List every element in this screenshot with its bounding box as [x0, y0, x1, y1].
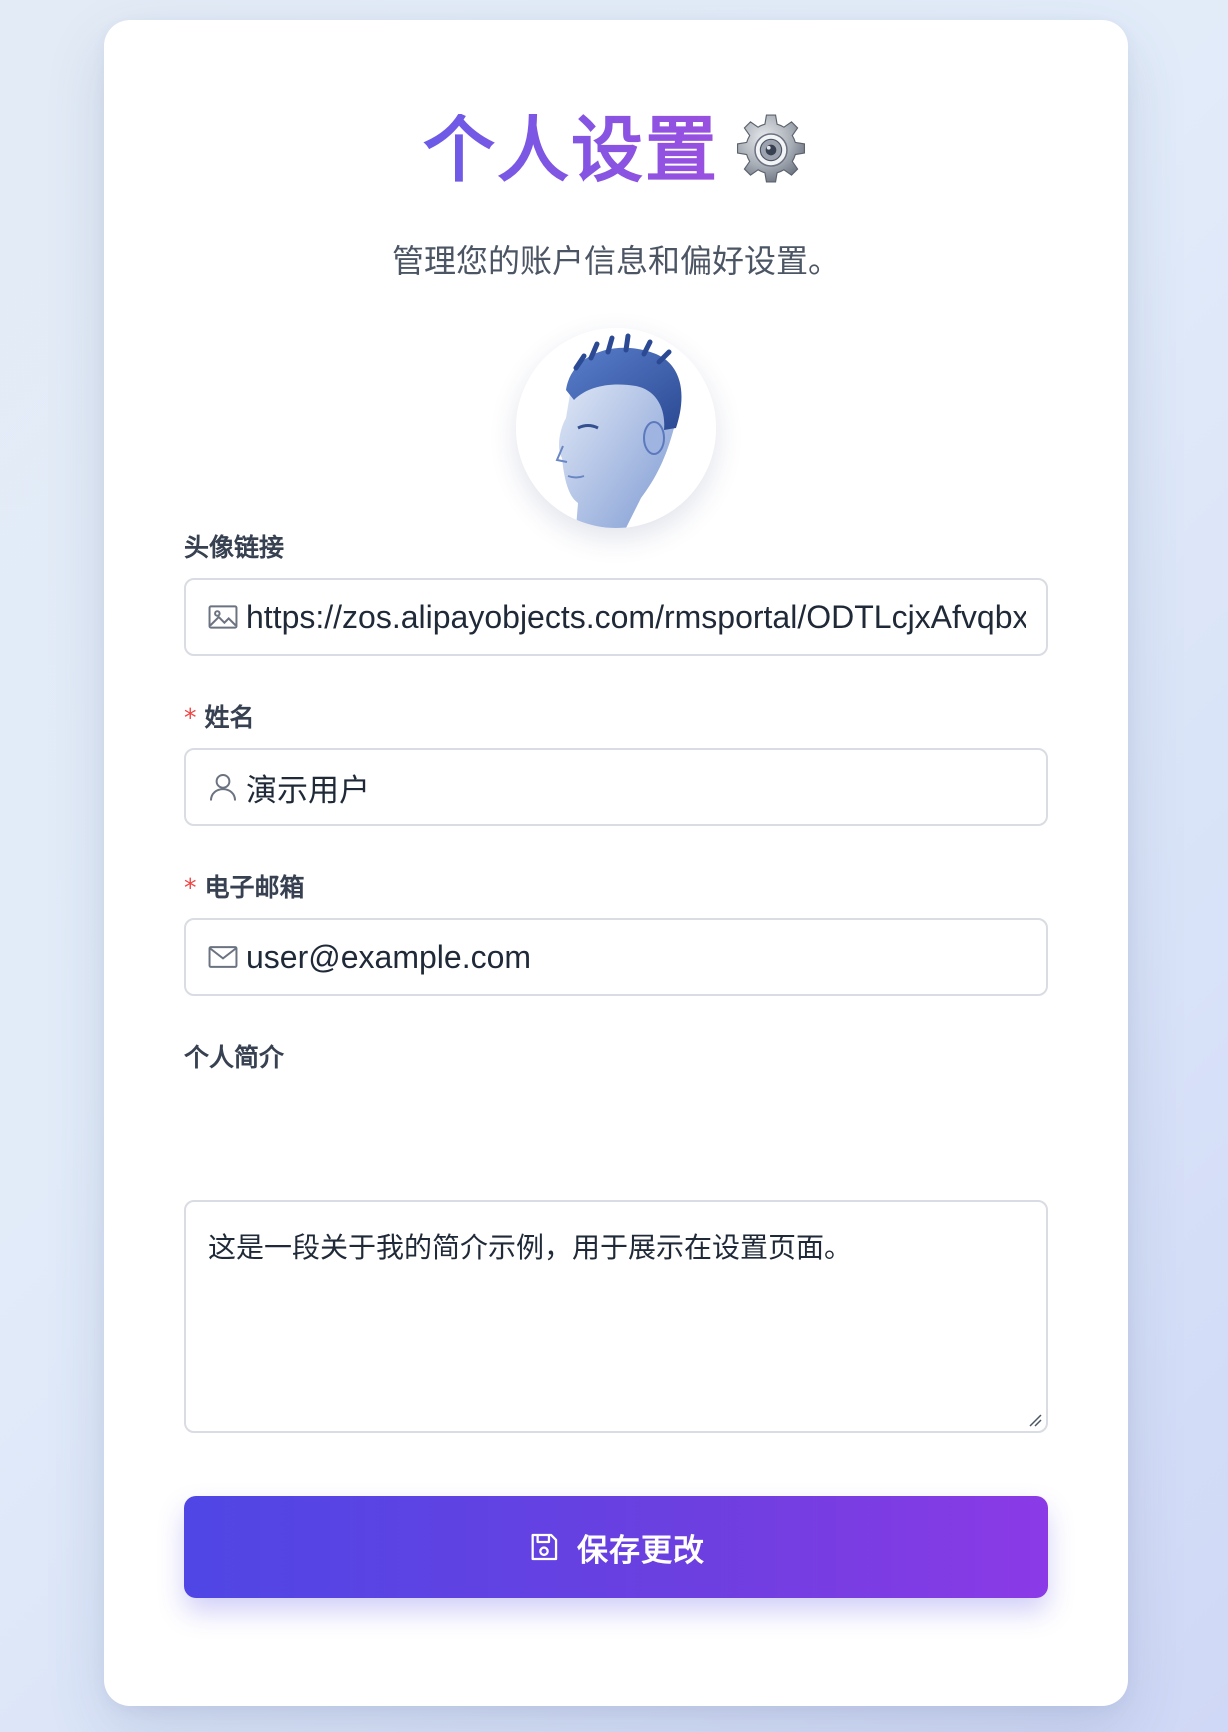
name-value: 演示用户 — [246, 772, 370, 809]
title-row: 个人设置 — [104, 112, 1128, 188]
settings-card: 个人设置 管理您的账户信息和偏好设置。 头像链接 https://zos.ali… — [104, 20, 1128, 1706]
name-label: * 姓名 — [184, 703, 255, 732]
page-subtitle: 管理您的账户信息和偏好设置。 — [391, 242, 840, 280]
mail-icon — [208, 946, 238, 968]
required-mark: * — [184, 703, 197, 732]
email-value: user@example.com — [246, 938, 532, 975]
name-input[interactable]: 演示用户 — [184, 748, 1048, 826]
avatar-url-input[interactable]: https://zos.alipayobjects.com/rmsportal/… — [184, 578, 1048, 656]
email-label: * 电子邮箱 — [184, 873, 305, 902]
user-icon — [209, 773, 237, 801]
gear-icon — [736, 114, 806, 183]
image-icon — [208, 605, 238, 629]
avatar-url-label: 头像链接 — [184, 533, 285, 562]
bio-label: 个人简介 — [184, 1043, 285, 1072]
save-button[interactable]: 保存更改 — [184, 1496, 1048, 1598]
email-input[interactable]: user@example.com — [184, 918, 1048, 996]
save-icon — [531, 1533, 558, 1561]
save-button-label: 保存更改 — [577, 1532, 705, 1569]
required-mark: * — [184, 873, 197, 902]
avatar-image — [516, 328, 716, 528]
bio-textarea[interactable]: 这是一段关于我的简介示例，用于展示在设置页面。 — [184, 1200, 1048, 1433]
bio-value: 这是一段关于我的简介示例，用于展示在设置页面。 — [208, 1231, 853, 1264]
resize-handle-icon[interactable] — [1026, 1411, 1042, 1427]
page-title: 个人设置 — [422, 108, 719, 192]
avatar — [516, 328, 716, 528]
avatar-url-value: https://zos.alipayobjects.com/rmsportal/… — [246, 598, 1026, 635]
